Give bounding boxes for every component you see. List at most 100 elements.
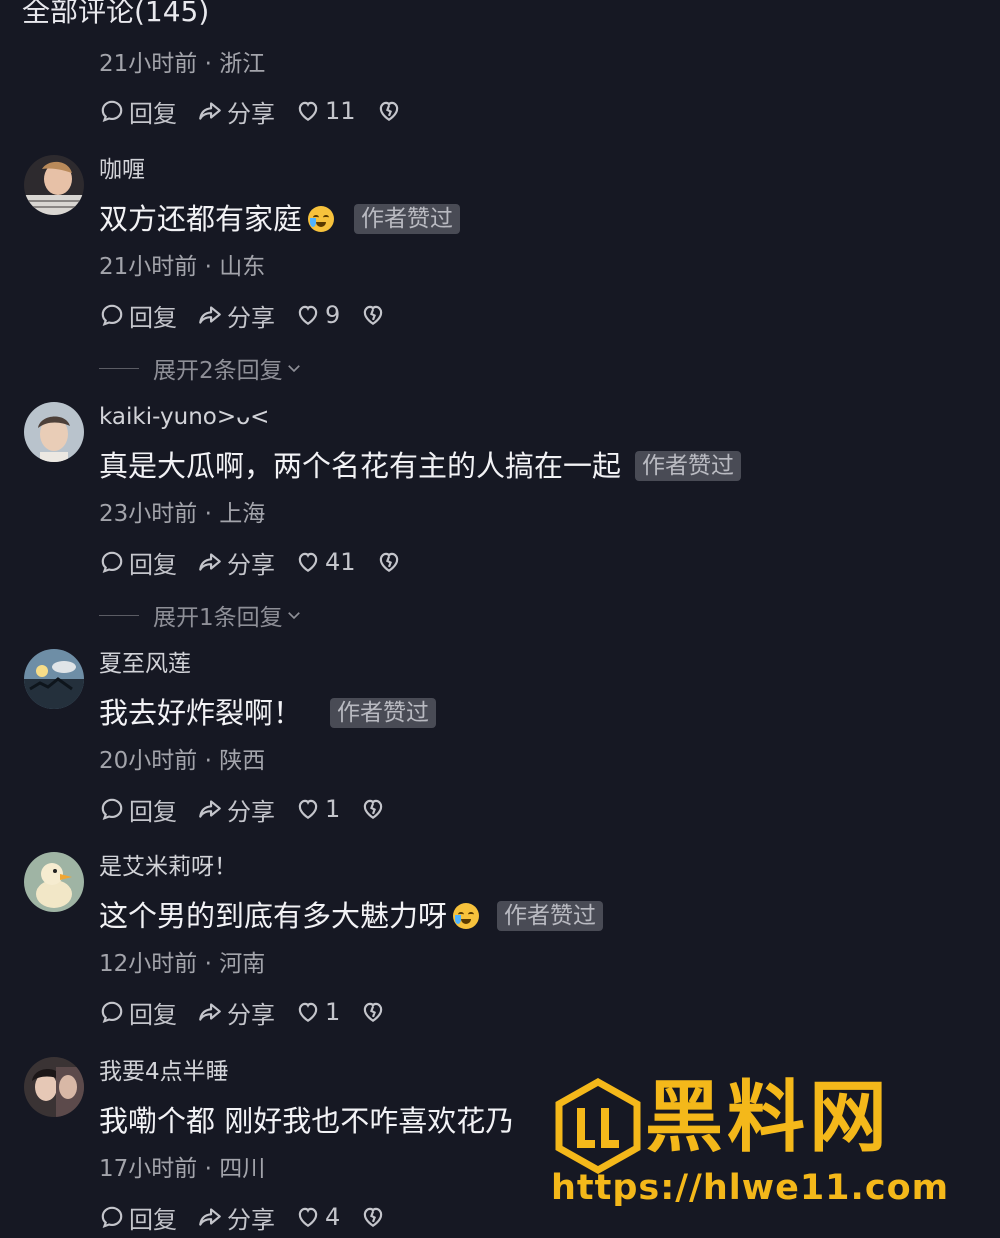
expand-replies-label: 展开1条回复	[153, 605, 283, 631]
dislike-button[interactable]	[376, 98, 406, 124]
avatar[interactable]	[24, 852, 84, 912]
broken-heart-icon	[364, 1002, 383, 1022]
share-button[interactable]: 分享	[197, 995, 275, 1030]
watermark-logo-icon	[555, 1078, 641, 1174]
like-count: 9	[325, 301, 341, 329]
dislike-button[interactable]	[360, 796, 390, 822]
reply-icon	[101, 304, 123, 327]
comment-text-row: 双方还都有家庭 作者赞过	[99, 199, 461, 239]
chevron-down-icon	[287, 365, 300, 373]
crying-laughing-emoji-icon	[308, 206, 335, 232]
share-icon	[199, 1003, 221, 1021]
comment-meta: 17小时前 · 四川	[99, 1156, 266, 1182]
reply-icon	[101, 100, 123, 123]
like-count: 1	[325, 998, 341, 1026]
reply-button[interactable]: 回复	[99, 995, 177, 1030]
dislike-button[interactable]	[376, 549, 406, 575]
reply-label: 回复	[129, 303, 177, 332]
comment-text-row: 这个男的到底有多大魅力呀 作者赞过	[99, 896, 604, 936]
watermark-url: https://hlwe11.com	[551, 1168, 950, 1208]
author-liked-badge: 作者赞过	[635, 451, 742, 481]
broken-heart-icon	[364, 305, 383, 325]
heart-icon	[298, 305, 318, 325]
reply-button[interactable]: 回复	[99, 1200, 177, 1235]
reply-label: 回复	[129, 550, 177, 579]
broken-heart-icon	[379, 552, 398, 572]
share-icon	[199, 553, 221, 571]
share-label: 分享	[227, 550, 275, 579]
share-button[interactable]: 分享	[197, 1200, 275, 1235]
comment-username[interactable]: 咖喱	[99, 155, 145, 185]
comment-meta: 21小时前 · 山东	[99, 254, 266, 280]
expand-replies-label: 展开2条回复	[153, 358, 283, 384]
reply-button[interactable]: 回复	[99, 792, 177, 827]
avatar[interactable]	[24, 402, 84, 462]
like-button[interactable]: 11	[295, 97, 356, 125]
comment-username[interactable]: 夏至风莲	[99, 649, 191, 679]
like-count: 4	[325, 1203, 341, 1231]
share-icon	[199, 800, 221, 818]
comment-meta: 12小时前 · 河南	[99, 951, 266, 977]
dislike-button[interactable]	[360, 999, 390, 1025]
comment-meta: 21小时前 · 浙江	[99, 51, 266, 77]
expand-replies-button[interactable]: 展开1条回复	[99, 598, 303, 632]
heart-icon	[298, 1207, 318, 1227]
author-liked-badge: 作者赞过	[330, 698, 437, 728]
expand-replies-button[interactable]: 展开2条回复	[99, 351, 303, 385]
avatar[interactable]	[24, 649, 84, 709]
comment-text: 真是大瓜啊，两个名花有主的人搞在一起	[99, 449, 622, 483]
like-button[interactable]: 9	[295, 301, 340, 329]
comment-text-row: 我去好炸裂啊！ 作者赞过	[99, 693, 437, 733]
chevron-down-icon	[287, 612, 300, 620]
comment-meta: 20小时前 · 陕西	[99, 748, 266, 774]
reply-button[interactable]: 回复	[99, 298, 177, 333]
like-button[interactable]: 4	[295, 1203, 340, 1231]
share-label: 分享	[227, 99, 275, 128]
heart-icon	[298, 101, 318, 121]
like-count: 1	[325, 795, 341, 823]
author-liked-badge: 作者赞过	[354, 204, 461, 234]
heart-icon	[298, 799, 318, 819]
reply-label: 回复	[129, 797, 177, 826]
share-button[interactable]: 分享	[197, 792, 275, 827]
comment-actions: 回复 分享 4	[99, 1200, 410, 1234]
comment-text: 我去好炸裂啊！	[99, 696, 303, 730]
broken-heart-icon	[379, 101, 398, 121]
comment-list: 全部评论(145) 21小时前 · 浙江 回复 分享 11 咖喱 双方还都有家庭…	[0, 0, 1000, 1238]
divider	[99, 367, 139, 369]
comment-username[interactable]: 我要4点半睡	[99, 1057, 229, 1087]
like-count: 11	[325, 97, 356, 125]
comment-text-row: 真是大瓜啊，两个名花有主的人搞在一起 作者赞过	[99, 446, 742, 486]
like-button[interactable]: 1	[295, 998, 340, 1026]
share-button[interactable]: 分享	[197, 94, 275, 129]
comment-username[interactable]: kaiki-yuno>ᴗ<	[99, 402, 269, 432]
comment-meta: 23小时前 · 上海	[99, 501, 266, 527]
share-label: 分享	[227, 1000, 275, 1029]
dislike-button[interactable]	[360, 1204, 390, 1230]
broken-heart-icon	[364, 1207, 383, 1227]
share-label: 分享	[227, 303, 275, 332]
reply-button[interactable]: 回复	[99, 94, 177, 129]
comment-username[interactable]: 是艾米莉呀！	[99, 852, 237, 882]
comment-text-row: 我嘞个都 刚好我也不咋喜欢花乃	[99, 1101, 514, 1141]
share-label: 分享	[227, 1205, 275, 1234]
comment-text: 双方还都有家庭	[99, 202, 303, 236]
heart-icon	[298, 1002, 318, 1022]
avatar[interactable]	[24, 155, 84, 215]
share-icon	[199, 306, 221, 324]
share-icon	[199, 102, 221, 120]
broken-heart-icon	[364, 799, 383, 819]
author-liked-badge: 作者赞过	[497, 901, 604, 931]
reply-button[interactable]: 回复	[99, 545, 177, 580]
reply-icon	[101, 1001, 123, 1024]
reply-label: 回复	[129, 1205, 177, 1234]
comment-actions: 回复 分享 41	[99, 545, 426, 579]
share-button[interactable]: 分享	[197, 298, 275, 333]
share-button[interactable]: 分享	[197, 545, 275, 580]
avatar[interactable]	[24, 1057, 84, 1117]
like-button[interactable]: 1	[295, 795, 340, 823]
like-button[interactable]: 41	[295, 548, 356, 576]
share-label: 分享	[227, 797, 275, 826]
comment-actions: 回复 分享 1	[99, 792, 410, 826]
dislike-button[interactable]	[360, 302, 390, 328]
